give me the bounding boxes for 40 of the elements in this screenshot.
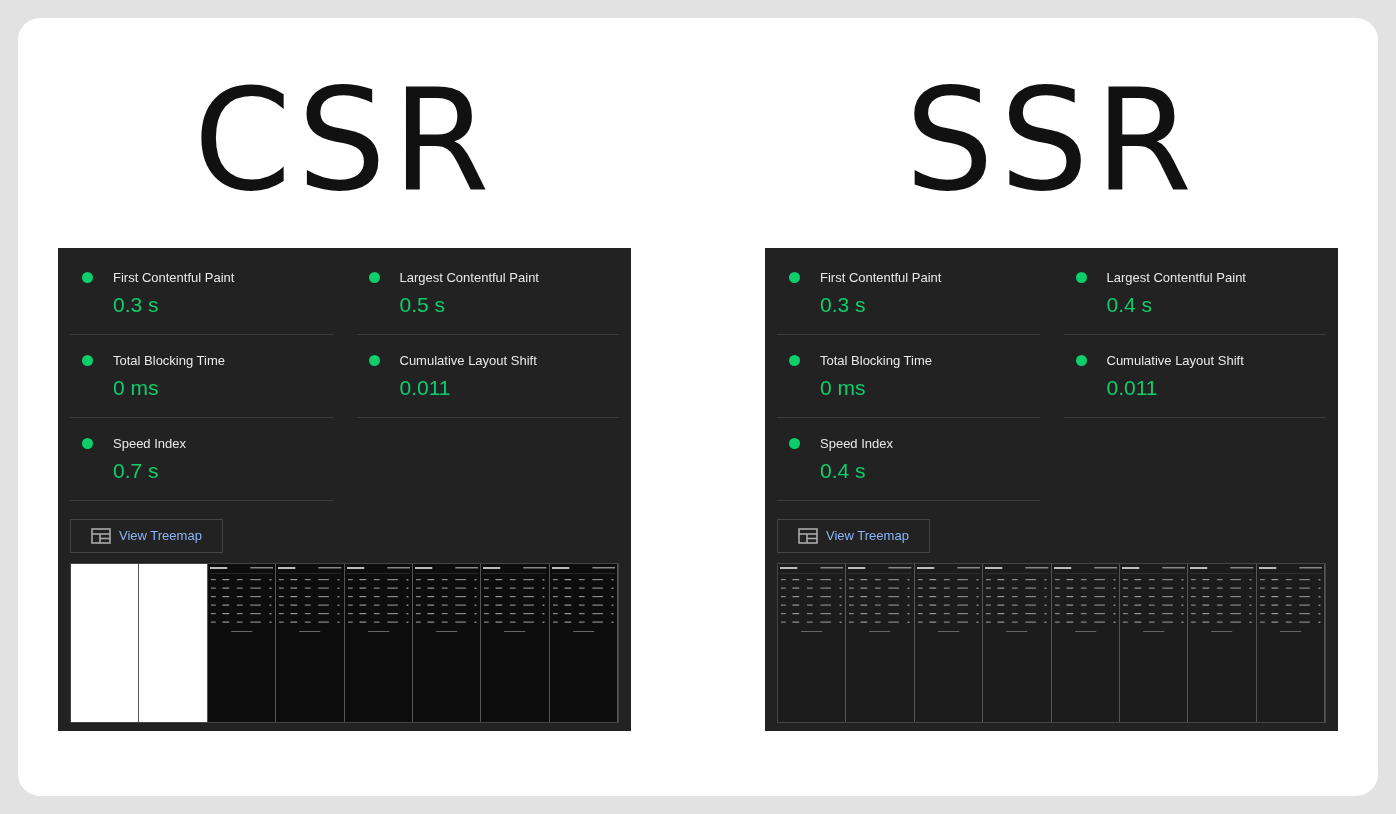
treemap-icon [91,528,111,544]
metric-value: 0.011 [399,374,452,401]
metric-value: 0.011 [1106,374,1159,401]
comparison-heading: CSR [192,58,497,224]
metric-value: 0.5 s [399,291,447,318]
page-thumbnail-drawing [848,567,912,633]
page-thumbnail-drawing [483,567,547,633]
metric-value: 0.7 s [113,457,160,484]
metric-value: 0.4 s [820,457,867,484]
page-thumbnail-drawing [1258,567,1322,633]
metric-value: 0.3 s [820,291,867,318]
page-thumbnail-drawing [985,567,1049,633]
page-thumbnail-drawing [1121,567,1186,633]
page-thumbnail-drawing [346,567,410,633]
page-thumbnail-drawing [916,567,981,633]
page-thumbnail-drawing [551,567,615,633]
metric-label: First Contentful Paint [820,269,942,287]
metric-label: Speed Index [113,435,186,453]
comparison-heading: SSR [904,58,1199,224]
page-thumbnail-drawing [278,567,342,633]
metric-label: Largest Contentful Paint [399,269,539,287]
metric-label: Largest Contentful Paint [1106,269,1246,287]
metric-label: Speed Index [820,435,893,453]
metric-label: Total Blocking Time [820,352,932,370]
metric-value: 0 ms [113,374,160,401]
metric-value: 0 ms [820,374,867,401]
treemap-icon [798,528,818,544]
metric-label: Cumulative Layout Shift [1106,352,1244,370]
metric-value: 0.3 s [113,291,160,318]
page-thumbnail-drawing [1053,567,1117,633]
metric-value: 0.4 s [1106,291,1154,318]
metric-label: First Contentful Paint [113,269,235,287]
metric-label: Cumulative Layout Shift [399,352,537,370]
page-thumbnail-drawing [209,567,274,633]
page-thumbnail-drawing [780,567,844,633]
metric-label: Total Blocking Time [113,352,225,370]
treemap-button[interactable]: View Treemap [70,519,223,553]
page-thumbnail-drawing [414,567,479,633]
treemap-button[interactable]: View Treemap [777,519,930,553]
page-thumbnail-drawing [1190,567,1254,633]
